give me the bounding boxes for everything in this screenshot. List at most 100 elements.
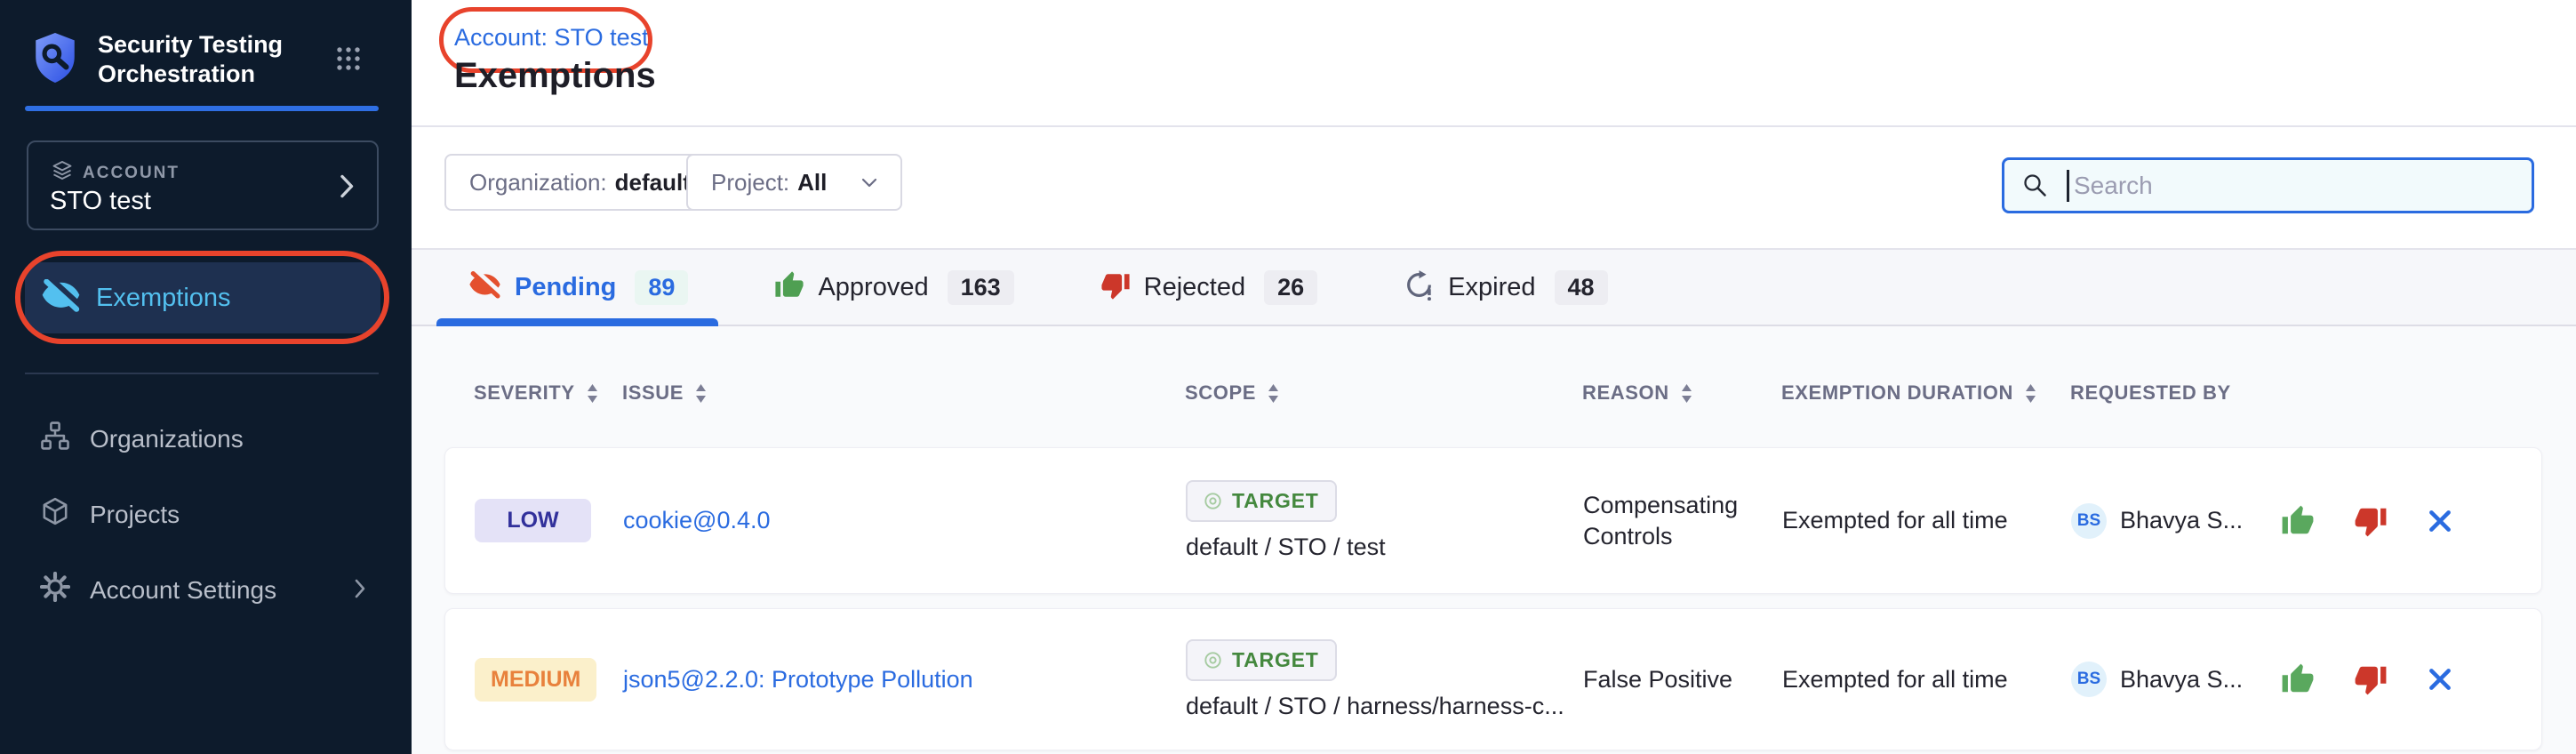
severity-badge: MEDIUM [475, 658, 596, 702]
breadcrumb-account-link[interactable]: Account: STO test [454, 24, 649, 52]
tab-count-badge: 26 [1264, 270, 1317, 305]
approve-button[interactable] [2281, 662, 2315, 696]
project-filter-dropdown[interactable]: Project: All [686, 154, 902, 211]
scope-path: default / STO / harness/harness-c... [1186, 693, 1564, 720]
app-root: Security Testing Orchestration [0, 0, 2576, 754]
cancel-request-button[interactable] [2427, 508, 2453, 534]
close-x-icon [2427, 666, 2453, 693]
sort-icon [587, 384, 598, 403]
eye-off-icon [468, 271, 501, 303]
sort-icon [695, 384, 707, 403]
exemption-duration-text: Exempted for all time [1782, 507, 2071, 534]
gear-icon [40, 572, 70, 608]
column-header-scope[interactable]: SCOPE [1185, 381, 1582, 405]
page-title: Exemptions [454, 56, 656, 96]
account-scope-selector[interactable]: ACCOUNT STO test [27, 140, 379, 230]
requested-by-name: Bhavya S... [2120, 507, 2243, 534]
text-caret [2067, 170, 2069, 202]
column-header-exemption-duration[interactable]: EXEMPTION DURATION [1781, 381, 2070, 405]
column-header-issue[interactable]: ISSUE [622, 381, 1185, 405]
scope-path: default / STO / test [1186, 533, 1386, 561]
tab-pending[interactable]: Pending 89 [468, 250, 688, 325]
sort-icon [2025, 384, 2036, 403]
issue-link[interactable]: cookie@0.4.0 [623, 507, 771, 533]
search-box [2002, 157, 2534, 213]
exemption-duration-text: Exempted for all time [1782, 666, 2071, 694]
sidebar-item-label: Exemptions [96, 284, 231, 313]
status-tabs: Pending 89 Approved 163 Rejected [412, 250, 2576, 326]
sidebar-nav: Organizations Projects [0, 401, 412, 628]
sidebar-item-label: Projects [90, 501, 180, 529]
main-content: Account: STO test Exemptions Organizatio… [412, 0, 2576, 754]
sidebar-accent-rule [25, 106, 379, 111]
reason-text: Compensating Controls [1583, 490, 1777, 552]
row-actions [2281, 662, 2541, 696]
sto-shield-logo-icon [32, 32, 78, 88]
requested-by-cell: BS Bhavya S... [2071, 503, 2281, 539]
tab-approved[interactable]: Approved 163 [774, 250, 1013, 325]
org-hierarchy-icon [40, 421, 70, 457]
tab-count-badge: 163 [948, 270, 1014, 305]
sort-icon [1681, 384, 1692, 403]
severity-badge: LOW [475, 499, 591, 542]
layers-icon [52, 160, 73, 186]
sidebar-item-exemptions[interactable]: Exemptions [25, 262, 380, 333]
avatar: BS [2071, 662, 2107, 697]
column-header-requested-by: REQUESTED BY [2070, 381, 2280, 405]
app-switcher-grid-icon[interactable] [336, 46, 361, 76]
reject-button[interactable] [2354, 504, 2388, 538]
column-header-severity[interactable]: SEVERITY [474, 381, 622, 405]
tab-label: Approved [818, 273, 928, 302]
chevron-right-icon [355, 576, 365, 605]
column-header-reason[interactable]: REASON [1582, 381, 1781, 405]
approve-button[interactable] [2281, 504, 2315, 538]
target-icon [1204, 651, 1222, 670]
sidebar-item-organizations[interactable]: Organizations [0, 401, 412, 477]
reason-text: False Positive [1583, 664, 1777, 695]
sidebar-item-projects[interactable]: Projects [0, 477, 412, 552]
table-header-row: SEVERITY ISSUE SCOPE REASON EXEMPTION DU… [444, 381, 2542, 405]
sidebar-item-label: Account Settings [90, 576, 276, 605]
close-x-icon [2427, 508, 2453, 534]
reject-button[interactable] [2354, 662, 2388, 696]
target-icon [1204, 492, 1222, 510]
filter-bar: Organization: default Project: All [412, 127, 2576, 250]
exemptions-table: SEVERITY ISSUE SCOPE REASON EXEMPTION DU… [412, 326, 2576, 754]
project-filter-value: All [797, 169, 827, 197]
account-label: ACCOUNT [83, 164, 180, 183]
avatar: BS [2071, 503, 2107, 539]
sidebar-item-account-settings[interactable]: Account Settings [0, 552, 412, 628]
sidebar-divider [25, 373, 379, 374]
tab-rejected[interactable]: Rejected 26 [1100, 250, 1318, 325]
cube-icon [40, 496, 70, 533]
thumbs-down-icon [1100, 270, 1131, 305]
organization-filter-value: default [615, 169, 691, 197]
requested-by-name: Bhavya S... [2120, 666, 2243, 694]
row-actions [2281, 504, 2541, 538]
table-row: MEDIUM json5@2.2.0: Prototype Pollution … [444, 608, 2542, 750]
page-header: Account: STO test Exemptions [412, 0, 2576, 127]
sort-icon [1268, 384, 1279, 403]
project-filter-label: Project: [711, 169, 789, 197]
scope-cell: TARGET default / STO / harness/harness-c… [1186, 639, 1583, 720]
sidebar: Security Testing Orchestration [0, 0, 412, 754]
target-badge: TARGET [1186, 639, 1337, 681]
cancel-request-button[interactable] [2427, 666, 2453, 693]
scope-cell: TARGET default / STO / test [1186, 480, 1583, 561]
chevron-right-icon [340, 174, 354, 203]
issue-link[interactable]: json5@2.2.0: Prototype Pollution [623, 666, 973, 693]
organization-filter-label: Organization: [469, 169, 607, 197]
sidebar-item-label: Organizations [90, 425, 244, 453]
tab-label: Rejected [1144, 273, 1245, 302]
tab-label: Pending [515, 273, 616, 302]
thumbs-down-icon [2354, 662, 2388, 696]
tab-expired[interactable]: Expired 48 [1404, 250, 1607, 325]
thumbs-up-icon [2281, 662, 2315, 696]
search-input[interactable] [2004, 160, 2532, 211]
account-name: STO test [50, 187, 151, 216]
expired-clock-icon [1404, 269, 1435, 305]
thumbs-up-icon [2281, 504, 2315, 538]
target-badge: TARGET [1186, 480, 1337, 522]
thumbs-down-icon [2354, 504, 2388, 538]
requested-by-cell: BS Bhavya S... [2071, 662, 2281, 697]
